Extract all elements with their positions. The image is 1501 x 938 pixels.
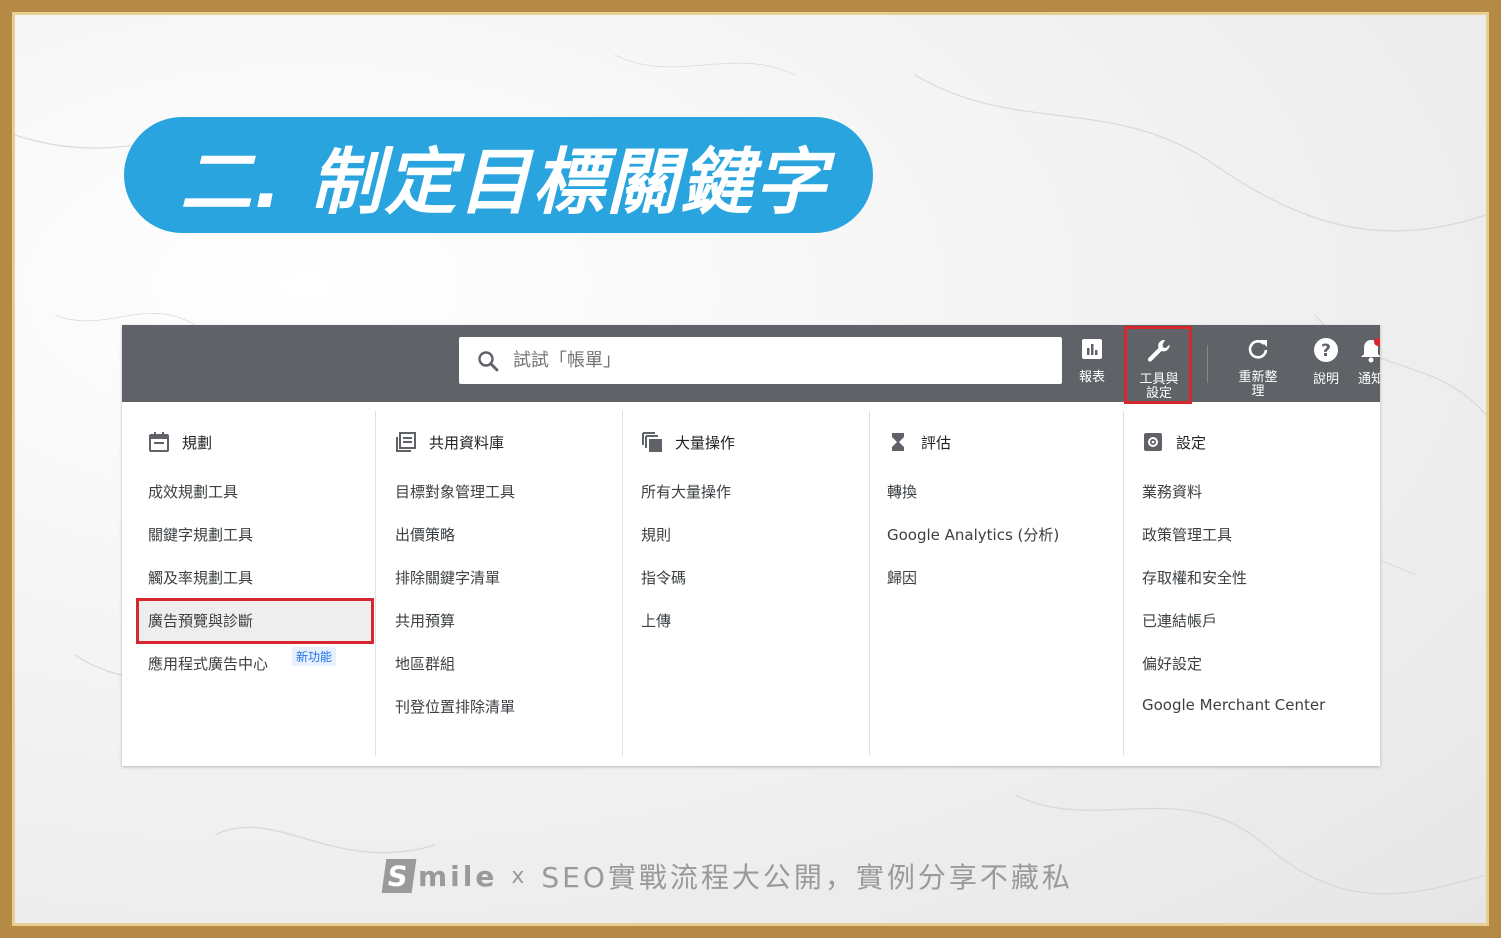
- bar-chart-icon: [1082, 339, 1102, 359]
- hourglass-icon: [887, 431, 909, 453]
- column-heading: 評估: [887, 431, 951, 453]
- menu-item-attribution[interactable]: 歸因: [887, 567, 917, 588]
- menu-item-rules[interactable]: 規則: [641, 524, 671, 545]
- menu-item-shared-budgets[interactable]: 共用預算: [395, 610, 455, 631]
- library-icon: [395, 431, 417, 453]
- menu-column-setup: 設定 業務資料 政策管理工具 存取權和安全性 已連結帳戶 偏好設定 Google…: [1116, 411, 1380, 756]
- menu-column-shared-library: 共用資料庫 目標對象管理工具 出價策略 排除關鍵字清單 共用預算 地區群組 刊登…: [369, 411, 615, 756]
- menu-item-negative-keyword-lists[interactable]: 排除關鍵字清單: [395, 567, 500, 588]
- menu-item-location-groups[interactable]: 地區群組: [395, 653, 455, 674]
- column-heading: 共用資料庫: [395, 431, 504, 453]
- bulk-copy-icon: [641, 431, 663, 453]
- refresh-icon: [1248, 340, 1268, 359]
- menu-column-bulk-actions: 大量操作 所有大量操作 規則 指令碼 上傳: [615, 411, 861, 756]
- ads-screenshot-panel: 報表 工具與設定 重新整理 ? 說明: [122, 325, 1380, 766]
- menu-item-google-analytics[interactable]: Google Analytics (分析): [887, 524, 1059, 545]
- footer-caption: SEO實戰流程大公開，實例分享不藏私: [541, 861, 1073, 894]
- refresh-button[interactable]: 重新整理: [1230, 337, 1286, 401]
- footer-separator: x: [511, 863, 528, 889]
- heading-setup: 設定: [1176, 433, 1207, 452]
- menu-item-google-merchant-center[interactable]: Google Merchant Center: [1142, 696, 1325, 714]
- search-input[interactable]: [511, 349, 1055, 372]
- reports-button[interactable]: 報表: [1072, 337, 1112, 397]
- menu-item-scripts[interactable]: 指令碼: [641, 567, 686, 588]
- menu-item-policy-manager[interactable]: 政策管理工具: [1142, 524, 1232, 545]
- column-heading: 規劃: [148, 431, 212, 453]
- menu-item-app-advertising-hub[interactable]: 應用程式廣告中心: [148, 653, 268, 674]
- menu-item-all-bulk-actions[interactable]: 所有大量操作: [641, 481, 731, 502]
- menu-item-audience-manager[interactable]: 目標對象管理工具: [395, 481, 515, 502]
- brand-s-logo: S: [381, 859, 417, 893]
- menu-item-business-data[interactable]: 業務資料: [1142, 481, 1202, 502]
- menu-item-bid-strategies[interactable]: 出價策略: [395, 524, 455, 545]
- slide-title: 二. 制定目標關鍵字: [180, 139, 829, 224]
- help-button[interactable]: ? 說明: [1306, 337, 1346, 397]
- reports-label: 報表: [1078, 370, 1105, 385]
- menu-item-linked-accounts[interactable]: 已連結帳戶: [1142, 610, 1217, 631]
- bell-icon: [1361, 338, 1380, 363]
- menu-item-uploads[interactable]: 上傳: [641, 610, 671, 631]
- help-label: 說明: [1312, 372, 1339, 387]
- menu-item-keyword-planner[interactable]: 關鍵字規劃工具: [148, 524, 253, 545]
- top-bar: 報表 工具與設定 重新整理 ? 說明: [122, 325, 1380, 404]
- menu-item-reach-planner[interactable]: 觸及率規劃工具: [148, 567, 253, 588]
- heading-measurement: 評估: [921, 433, 952, 452]
- column-heading: 大量操作: [641, 431, 735, 453]
- calendar-icon: [148, 431, 170, 453]
- help-icon: ?: [1314, 338, 1338, 362]
- menu-item-access-and-security[interactable]: 存取權和安全性: [1142, 567, 1247, 588]
- brand-name: mile: [418, 859, 498, 893]
- settings-icon: [1142, 431, 1164, 453]
- svg-text:?: ?: [1321, 341, 1331, 361]
- heading-shared-library: 共用資料庫: [429, 433, 505, 452]
- notifications-button[interactable]: 通知: [1358, 337, 1380, 397]
- toolbar-divider: [1207, 345, 1208, 383]
- search-icon: [477, 350, 499, 372]
- slide-footer: S mile x SEO實戰流程大公開，實例分享不藏私: [381, 856, 1073, 896]
- menu-item-performance-planner[interactable]: 成效規劃工具: [148, 481, 238, 502]
- menu-item-ad-preview[interactable]: 廣告預覽與診斷: [148, 610, 253, 631]
- search-box[interactable]: [459, 337, 1062, 384]
- refresh-label: 重新整理: [1238, 370, 1278, 399]
- menu-column-planning: 規劃 成效規劃工具 關鍵字規劃工具 觸及率規劃工具 廣告預覽與診斷 應用程式廣告…: [122, 411, 374, 756]
- new-feature-badge: 新功能: [292, 647, 337, 666]
- heading-planning: 規劃: [182, 433, 213, 452]
- menu-column-measurement: 評估 轉換 Google Analytics (分析) 歸因: [861, 411, 1107, 756]
- menu-item-preferences[interactable]: 偏好設定: [1142, 653, 1202, 674]
- tools-highlight-box: [1124, 326, 1192, 404]
- notifications-label: 通知: [1358, 372, 1380, 387]
- heading-bulk-actions: 大量操作: [675, 433, 736, 452]
- menu-item-placement-exclusion-lists[interactable]: 刊登位置排除清單: [395, 696, 515, 717]
- title-banner: 二. 制定目標關鍵字: [124, 117, 873, 233]
- menu-item-conversions[interactable]: 轉換: [887, 481, 917, 502]
- column-heading: 設定: [1142, 431, 1206, 453]
